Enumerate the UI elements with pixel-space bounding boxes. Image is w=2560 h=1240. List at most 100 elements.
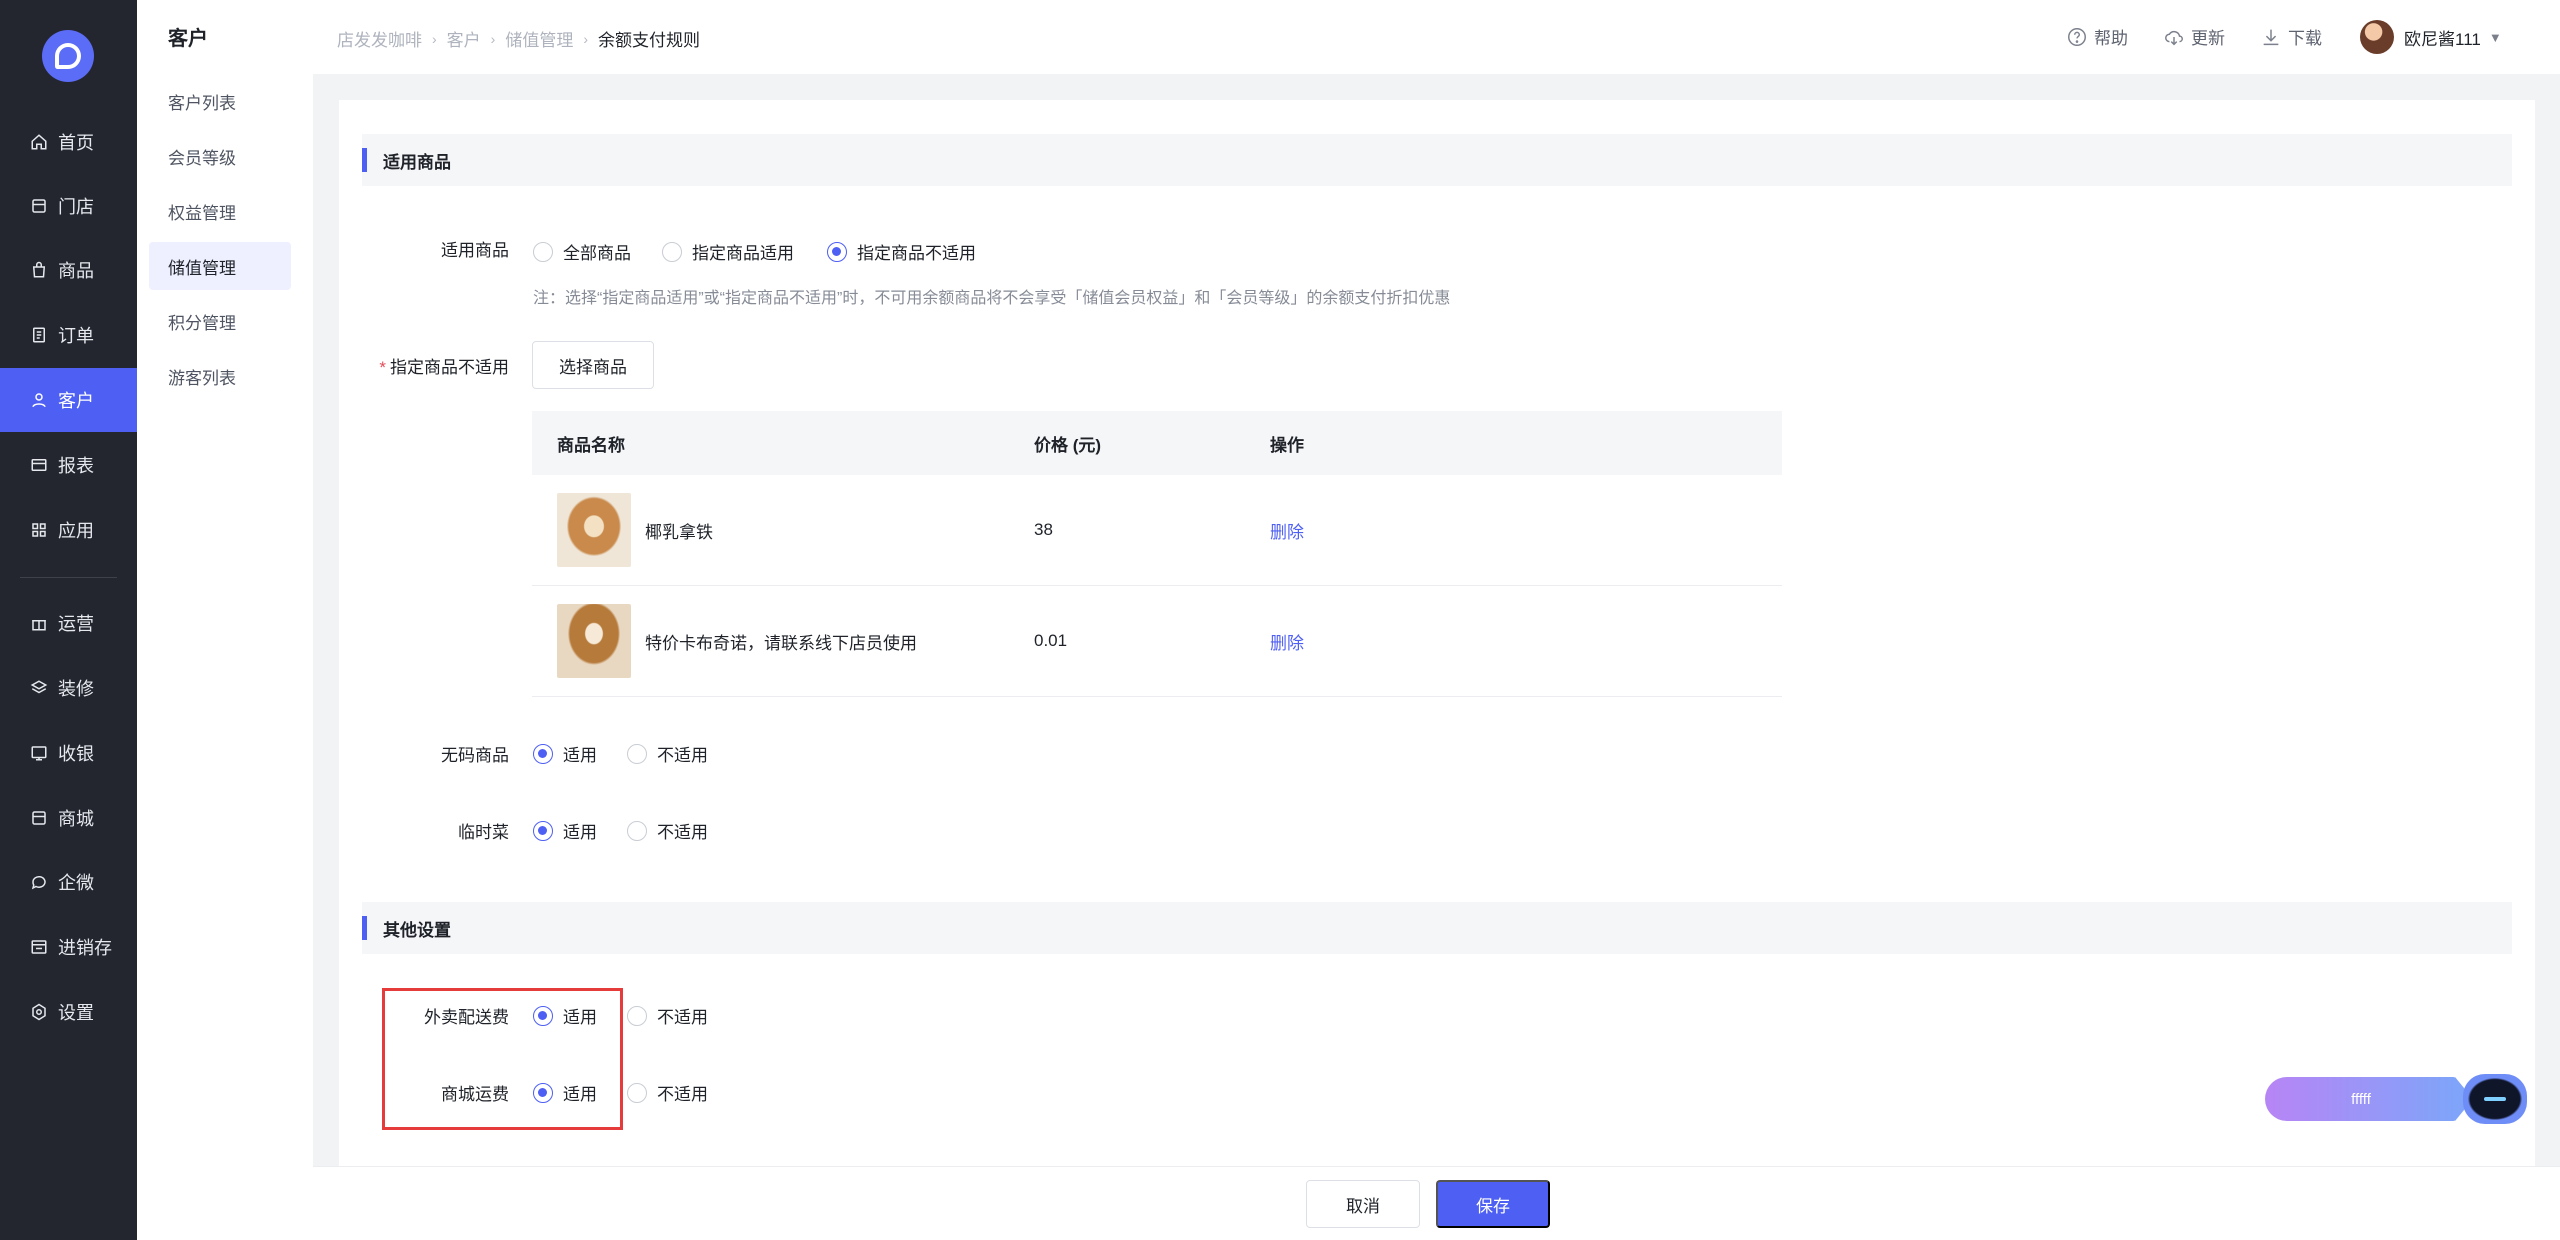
section-header-goods: 适用商品 [362,134,2512,186]
section-title: 其他设置 [383,920,451,940]
main-card: 适用商品 适用商品 全部商品 指定商品适用 指定商品不适用 注：选择“指定商品适… [339,100,2535,1166]
radio-label: 全部商品 [563,244,631,263]
product-price: 0.01 [1034,631,1068,650]
robot-icon[interactable] [2463,1074,2527,1124]
sidebar-item-benefits[interactable]: 权益管理 [149,187,291,235]
nav-item-home[interactable]: 首页 [0,110,137,174]
nav-item-store[interactable]: 门店 [0,174,137,238]
help-icon [2068,27,2086,46]
table-header: 商品名称 价格 (元) 操作 [532,411,1782,475]
nav-item-cashier[interactable]: 收银 [0,721,137,785]
download-label: 下载 [2288,29,2322,48]
breadcrumb-item[interactable]: 储值管理 [505,26,573,51]
user-icon [28,389,50,411]
cloud-download-icon [2165,30,2183,45]
nav-item-mall[interactable]: 商城 [0,786,137,850]
nav-item-label: 报表 [58,456,94,476]
home-icon [28,131,50,153]
nav-item-label: 订单 [58,326,94,346]
nav-item-decor[interactable]: 装修 [0,656,137,720]
radio-temp-applicable[interactable]: 适用 [533,818,597,843]
temp-dish-label: 临时菜 [458,823,509,842]
radio-specified-not-applicable[interactable]: 指定商品不适用 [827,239,976,264]
bag-icon [28,259,50,281]
radio-mall-not-applicable[interactable]: 不适用 [627,1080,708,1105]
column-header-name: 商品名称 [557,435,625,455]
radio-circle [627,1082,647,1103]
radio-circle [533,241,553,262]
nav-item-orders[interactable]: 订单 [0,303,137,367]
chat-icon [28,871,50,893]
radio-temp-not-applicable[interactable]: 不适用 [627,818,708,843]
nav-item-label: 装修 [58,679,94,699]
help-button[interactable]: 帮助 [2066,24,2128,49]
update-label: 更新 [2191,29,2225,48]
radio-delivery-applicable[interactable]: 适用 [533,1003,597,1028]
nav-item-label: 设置 [58,1003,94,1023]
gift-icon [28,612,50,634]
main-nav: 首页 门店 商品 订单 客户 报表 应用 运营 装修 收银 商城 企微 进销存 … [0,0,137,1240]
radio-circle-checked [533,743,553,764]
brand-logo[interactable] [42,30,94,82]
breadcrumb-item[interactable]: 店发发咖啡 [337,26,422,51]
radio-circle-checked [533,1082,553,1103]
table-row: 椰乳拿铁 38 删除 [532,475,1782,586]
sidebar-item-points[interactable]: 积分管理 [149,297,291,345]
breadcrumb-item[interactable]: 客户 [447,26,481,51]
user-menu[interactable]: 欧尼酱111 ▼ [2360,20,2502,54]
avatar [2360,20,2394,54]
nav-item-label: 首页 [58,133,94,153]
apps-icon [28,519,50,541]
save-button[interactable]: 保存 [1436,1180,1550,1228]
chevron-down-icon: ▼ [2488,29,2502,45]
delivery-fee-label: 外卖配送费 [424,1008,509,1027]
breadcrumb-current: 余额支付规则 [598,31,701,50]
update-button[interactable]: 更新 [2163,24,2225,49]
radio-specified-applicable[interactable]: 指定商品适用 [662,239,794,264]
sidebar-item-member-level[interactable]: 会员等级 [149,132,291,180]
nav-item-goods[interactable]: 商品 [0,238,137,302]
nav-item-label: 商城 [58,809,94,829]
nav-item-reports[interactable]: 报表 [0,433,137,497]
section-title: 适用商品 [383,152,451,172]
radio-circle [627,1005,647,1026]
excluded-goods-table: 商品名称 价格 (元) 操作 椰乳拿铁 38 删除 特价卡布奇诺，请联系线下店员… [532,411,1782,697]
cancel-button[interactable]: 取消 [1306,1180,1420,1228]
settings-icon [28,1001,50,1023]
radio-label: 指定商品适用 [692,244,794,263]
delete-link[interactable]: 删除 [1270,523,1304,542]
assistant-bubble[interactable]: fffff [2265,1077,2457,1121]
radio-mall-applicable[interactable]: 适用 [533,1080,597,1105]
chevron-right-icon: › [432,30,437,47]
radio-all-goods[interactable]: 全部商品 [533,239,631,264]
radio-label: 适用 [563,1085,597,1104]
nav-item-label: 运营 [58,614,94,634]
sidebar-item-guests[interactable]: 游客列表 [149,352,291,400]
radio-delivery-not-applicable[interactable]: 不适用 [627,1003,708,1028]
nav-item-settings[interactable]: 设置 [0,980,137,1044]
download-button[interactable]: 下载 [2260,24,2322,49]
inventory-icon [28,936,50,958]
product-thumbnail [557,493,631,567]
sidebar-item-stored-value[interactable]: 储值管理 [149,242,291,290]
delete-link[interactable]: 删除 [1270,634,1304,653]
breadcrumb: 店发发咖啡 › 客户 › 储值管理 › 余额支付规则 [337,26,700,51]
chevron-right-icon: › [490,30,496,47]
select-goods-button[interactable]: 选择商品 [532,341,654,389]
goods-scope-note: 注：选择“指定商品适用”或“指定商品不适用”时，不可用余额商品将不会享受「储值会… [533,290,1451,307]
nav-item-customers[interactable]: 客户 [0,368,137,432]
radio-label: 指定商品不适用 [857,244,976,263]
nav-item-inventory[interactable]: 进销存 [0,915,137,979]
nav-item-apps[interactable]: 应用 [0,498,137,562]
nav-item-label: 进销存 [58,938,112,958]
nav-item-wecom[interactable]: 企微 [0,850,137,914]
sidebar-item-customer-list[interactable]: 客户列表 [149,77,291,125]
table-row: 特价卡布奇诺，请联系线下店员使用 0.01 删除 [532,586,1782,697]
action-footer: 取消 保存 [313,1166,2560,1240]
radio-nocode-not-applicable[interactable]: 不适用 [627,741,708,766]
radio-nocode-applicable[interactable]: 适用 [533,741,597,766]
no-barcode-goods-label: 无码商品 [441,746,509,765]
nav-item-operations[interactable]: 运营 [0,591,137,655]
radio-label: 适用 [563,746,597,765]
chevron-right-icon: › [583,30,589,47]
